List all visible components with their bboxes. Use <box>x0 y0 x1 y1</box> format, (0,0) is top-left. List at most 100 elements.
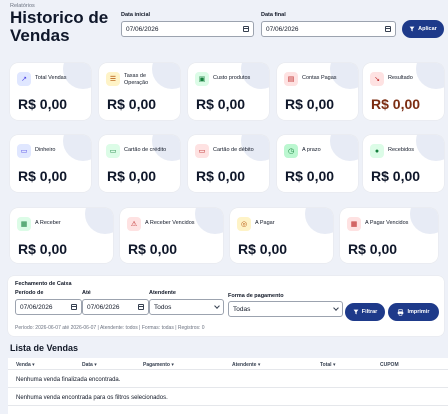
payment-method-select[interactable]: Todas <box>228 301 343 317</box>
card-value: R$ 0,00 <box>128 241 178 257</box>
sales-list-title: Lista de Vendas <box>10 343 79 353</box>
period-from-label: Período de <box>15 290 44 296</box>
period-to-value: 07/06/2026 <box>87 303 120 311</box>
card-label: Cartão de débito <box>213 147 254 153</box>
summary-card-a-receber: ▦ A Receber R$ 0,00 <box>10 208 113 263</box>
card-value: R$ 0,00 <box>371 168 421 184</box>
card-label: Taxas de Operação <box>124 73 149 86</box>
card-value: R$ 0,00 <box>196 168 246 184</box>
filter-summary: Período: 2026-06-07 até 2026-06-07 | Ate… <box>15 325 205 331</box>
sales-table: Venda ▾ Data ▾ Pagamento ▾ Atendente ▾ T… <box>8 358 448 414</box>
summary-card-resultado: ↘ Resultado R$ 0,00 <box>363 63 444 120</box>
print-button-label: Imprimir <box>407 309 430 315</box>
clock-icon: ◷ <box>284 144 298 158</box>
chart-up-icon: ↗ <box>17 72 31 86</box>
trend-icon: ↘ <box>370 72 384 86</box>
calendar-icon[interactable] <box>243 26 249 32</box>
card-value: R$ 0,00 <box>107 96 157 112</box>
filter-icon <box>353 309 359 315</box>
summary-card-a-pagar: ◎ A Pagar R$ 0,00 <box>230 208 333 263</box>
credit-card-icon: ▭ <box>106 144 120 158</box>
card-label: Recebidos <box>388 147 414 153</box>
payment-method-label: Forma de pagamento <box>228 293 284 299</box>
filter-button-label: Filtrar <box>361 309 378 315</box>
calendar-alert-icon: ▦ <box>347 217 361 231</box>
summary-card-dinheiro: ▭ Dinheiro R$ 0,00 <box>10 135 91 192</box>
card-value: R$ 0,00 <box>107 168 157 184</box>
card-label: Resultado <box>388 75 413 81</box>
card-value: R$ 0,00 <box>285 168 335 184</box>
cash-closing-panel: Fechamento de Caixa Período de 07/06/202… <box>8 276 444 336</box>
filter-icon <box>409 26 415 32</box>
filter-button[interactable]: Filtrar <box>345 303 385 321</box>
card-label: A prazo <box>302 147 321 153</box>
start-date-input[interactable]: 07/06/2026 <box>121 21 254 37</box>
page-title: Historico de Vendas <box>10 8 109 45</box>
column-header-payment[interactable]: Pagamento ▾ <box>143 362 174 368</box>
coins-icon: ◎ <box>237 217 251 231</box>
card-label: A Receber <box>35 220 61 226</box>
period-from-value: 07/06/2026 <box>20 303 53 311</box>
table-row: Nenhuma venda encontrada para os filtros… <box>8 389 448 406</box>
summary-card-contas-pagas: ▤ Contas Pagas R$ 0,00 <box>277 63 358 120</box>
card-label: Custo produtos <box>213 75 251 81</box>
box-icon: ▣ <box>195 72 209 86</box>
calendar-icon[interactable] <box>138 304 144 310</box>
summary-card-total-vendas: ↗ Total Vendas R$ 0,00 <box>10 63 91 120</box>
card-label: Dinheiro <box>35 147 56 153</box>
card-value: R$ 0,00 <box>285 96 335 112</box>
printer-icon <box>398 308 404 316</box>
summary-card-recebidos: ● Recebidos R$ 0,00 <box>363 135 444 192</box>
column-header-coupon: CUPOM <box>380 362 399 368</box>
chevron-down-icon <box>333 305 339 311</box>
end-date-label: Data final <box>261 12 286 18</box>
summary-card-a-receber-vencidos: ⚠ A Receber Vencidos R$ 0,00 <box>120 208 223 263</box>
card-label: A Pagar Vencidos <box>365 220 409 226</box>
calendar-icon[interactable] <box>71 304 77 310</box>
column-header-sale[interactable]: Venda ▾ <box>16 362 35 368</box>
empty-message: Nenhuma venda finalizada encontrada. <box>16 377 121 383</box>
table-row: Nenhuma venda finalizada encontrada. <box>8 371 448 388</box>
attendant-label: Atendente <box>149 290 176 296</box>
period-from-input[interactable]: 07/06/2026 <box>15 299 82 315</box>
apply-button[interactable]: Aplicar <box>402 20 444 38</box>
card-label: Contas Pagas <box>302 75 337 81</box>
card-value: R$ 0,00 <box>238 241 288 257</box>
summary-card-cart-o-de-d-bito: ▭ Cartão de débito R$ 0,00 <box>188 135 269 192</box>
card-value: R$ 0,00 <box>18 241 68 257</box>
attendant-value: Todos <box>154 303 172 311</box>
card-label: A Receber Vencidos <box>145 220 195 226</box>
empty-message: Nenhuma venda encontrada para os filtros… <box>16 395 168 401</box>
card-label: Total Vendas <box>35 75 67 81</box>
payment-method-value: Todas <box>233 305 251 313</box>
cash-icon: ▭ <box>17 144 31 158</box>
attendant-select[interactable]: Todos <box>149 299 224 315</box>
column-header-date[interactable]: Data ▾ <box>82 362 97 368</box>
document-icon: ▤ <box>284 72 298 86</box>
print-button[interactable]: Imprimir <box>388 303 439 321</box>
summary-card-a-prazo: ◷ A prazo R$ 0,00 <box>277 135 358 192</box>
card-label: Cartão de crédito <box>124 147 167 153</box>
end-date-input[interactable]: 07/06/2026 <box>261 21 396 37</box>
column-header-total[interactable]: Total ▾ <box>320 362 335 368</box>
chevron-down-icon <box>214 303 220 309</box>
period-to-input[interactable]: 07/06/2026 <box>82 299 149 315</box>
warning-icon: ⚠ <box>127 217 141 231</box>
card-value: R$ 0,00 <box>18 96 68 112</box>
receipt-icon: ☰ <box>106 72 120 86</box>
card-value: R$ 0,00 <box>196 96 246 112</box>
card-value: R$ 0,00 <box>18 168 68 184</box>
period-to-label: Até <box>82 290 91 296</box>
end-date-value: 07/06/2026 <box>266 25 299 33</box>
summary-card-cart-o-de-cr-dito: ▭ Cartão de crédito R$ 0,00 <box>99 135 180 192</box>
column-header-attendant[interactable]: Atendente ▾ <box>232 362 260 368</box>
apply-button-label: Aplicar <box>418 26 437 32</box>
card-value: R$ 0,00 <box>348 241 398 257</box>
calendar-receive-icon: ▦ <box>17 217 31 231</box>
card-label: A Pagar <box>255 220 275 226</box>
calendar-icon[interactable] <box>385 26 391 32</box>
piggy-bank-icon: ● <box>370 144 384 158</box>
summary-card-taxas-de-opera-o: ☰ Taxas de Operação R$ 0,00 <box>99 63 180 120</box>
summary-card-a-pagar-vencidos: ▦ A Pagar Vencidos R$ 0,00 <box>340 208 438 263</box>
cash-closing-title: Fechamento de Caixa <box>15 281 72 287</box>
